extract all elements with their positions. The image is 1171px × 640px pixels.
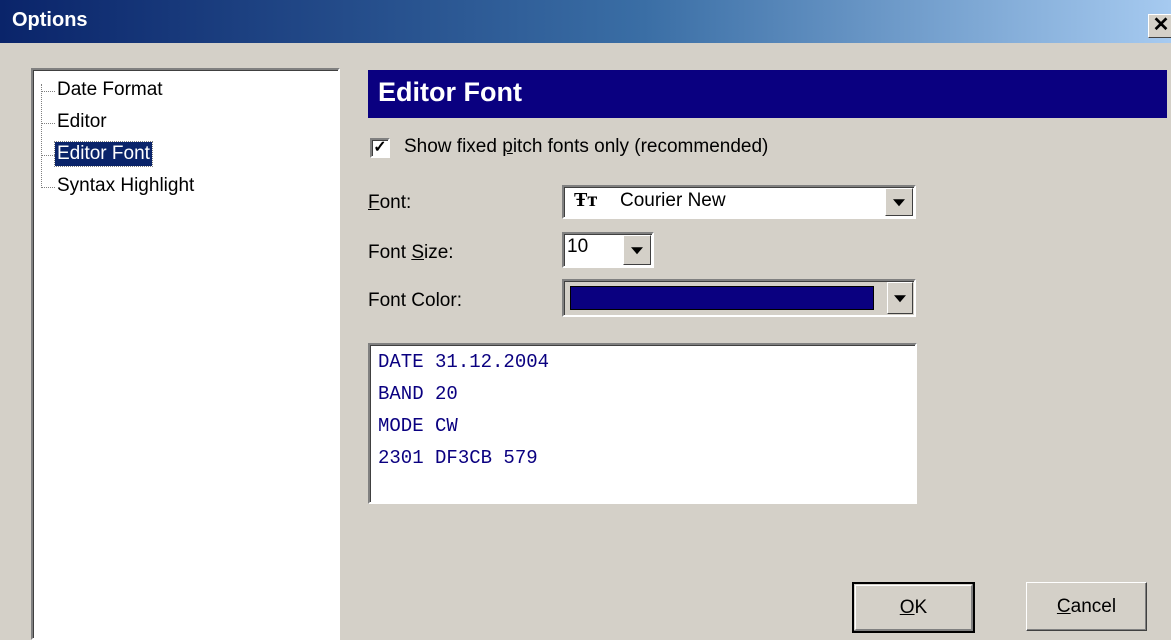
font-color-dropdown-button[interactable] [887,282,913,314]
font-size-label: Font Size: [368,242,454,263]
font-preview-editor[interactable]: DATE 31.12.2004 BAND 20 MODE CW 2301 DF3… [368,343,917,504]
chevron-down-icon [893,199,905,207]
cancel-button[interactable]: Cancel [1026,582,1147,631]
tree-item-editor-font[interactable]: Editor Font [54,141,153,167]
tree-connector [41,123,55,124]
font-size-value: 10 [567,236,589,257]
cancel-button-label: Cancel [1056,596,1117,617]
tree-item-syntax-highlight[interactable]: Syntax Highlight [57,174,194,198]
tree-connector [41,91,55,92]
preview-line: BAND 20 [378,383,458,405]
chevron-down-icon [631,247,643,255]
checkmark-icon: ✓ [373,139,387,156]
tree-item-date-format[interactable]: Date Format [57,78,163,102]
fixed-pitch-label[interactable]: Show fixed pitch fonts only (recommended… [404,136,768,158]
tree-connector [41,84,42,186]
font-value: Courier New [620,190,726,211]
font-select[interactable]: Ŧт Courier New [562,185,916,219]
truetype-font-icon: Ŧт [574,189,598,211]
fixed-pitch-checkbox[interactable]: ✓ [370,138,390,158]
close-button[interactable]: ✕ [1148,14,1171,38]
preview-line: DATE 31.12.2004 [378,351,550,373]
font-label: Font: [368,192,412,213]
font-color-picker[interactable] [562,279,916,317]
font-color-label: Font Color: [368,290,462,311]
panel-title: Editor Font [378,77,522,107]
ok-button-label: OK [899,597,928,618]
font-color-swatch [570,286,874,310]
tree-connector [41,187,55,188]
close-icon: ✕ [1152,14,1170,36]
tree-connector [41,155,55,156]
font-size-select[interactable]: 10 [562,232,654,268]
chevron-down-icon [894,295,906,303]
tree-item-editor[interactable]: Editor [57,110,107,134]
title-bar[interactable]: Options ✕ [0,0,1171,43]
window-title: Options [12,9,88,31]
preview-line: MODE CW [378,415,458,437]
font-dropdown-button[interactable] [885,188,913,216]
ok-button[interactable]: OK [852,582,975,633]
panel-header: Editor Font [368,70,1167,118]
preview-line: 2301 DF3CB 579 [378,447,538,469]
options-tree[interactable]: Date Format Editor Editor Font Syntax Hi… [31,68,340,640]
font-size-dropdown-button[interactable] [623,235,651,265]
